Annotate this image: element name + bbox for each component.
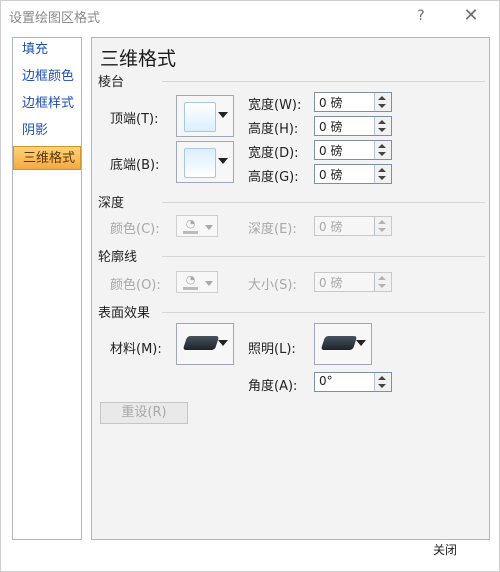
top-height-value: 0 磅 <box>319 120 343 134</box>
depth-label: 深度(E): <box>248 222 297 237</box>
settings-panel: 三维格式 棱台 顶端(T): 底端(B): 宽度(W): 0 磅 高度(H): … <box>91 37 490 540</box>
chevron-down-icon <box>218 340 228 346</box>
material-dropdown[interactable] <box>176 323 234 365</box>
top-width-value: 0 磅 <box>319 96 343 110</box>
dialog-title: 设置绘图区格式 <box>9 11 101 26</box>
spin-buttons[interactable] <box>374 165 391 183</box>
sidebar-item-border-color[interactable]: 边框颜色 <box>13 65 81 89</box>
angle-value: 0° <box>319 374 333 388</box>
section-depth: 深度 <box>98 196 125 211</box>
contour-size-value: 0 磅 <box>319 276 343 290</box>
sidebar-item-fill[interactable]: 填充 <box>13 38 81 62</box>
depth-color-picker[interactable]: ◔ <box>176 215 218 237</box>
bottom-width-value: 0 磅 <box>319 144 343 158</box>
bevel-bottom-preview-icon <box>184 148 216 178</box>
depth-spinner[interactable]: 0 磅 <box>314 216 392 236</box>
bottom-height-label: 高度(G): <box>248 170 299 185</box>
spin-buttons[interactable] <box>374 373 391 391</box>
spin-buttons[interactable] <box>374 93 391 111</box>
bevel-top-dropdown[interactable] <box>176 95 234 137</box>
angle-label: 角度(A): <box>248 379 298 394</box>
contour-size-label: 大小(S): <box>248 278 297 293</box>
arrow-up-icon[interactable] <box>378 220 386 224</box>
arrow-down-icon[interactable] <box>378 228 386 232</box>
format-plot-area-dialog: 设置绘图区格式 ? ✕ 填充 边框颜色 边框样式 阴影 三维格式 三维格式 棱台… <box>0 0 500 572</box>
spin-buttons[interactable] <box>374 217 391 235</box>
chevron-down-icon <box>356 340 366 346</box>
depth-color-label: 颜色(C): <box>110 222 160 237</box>
arrow-up-icon[interactable] <box>378 376 386 380</box>
panel-title: 三维格式 <box>100 48 177 70</box>
help-button[interactable]: ? <box>407 4 435 28</box>
reset-button[interactable]: 重设(R) <box>100 402 188 424</box>
chevron-down-icon <box>205 225 213 230</box>
top-height-spinner[interactable]: 0 磅 <box>314 116 392 136</box>
arrow-up-icon[interactable] <box>378 120 386 124</box>
arrow-up-icon[interactable] <box>378 168 386 172</box>
spin-buttons[interactable] <box>374 117 391 135</box>
bottom-width-label: 宽度(D): <box>248 146 299 161</box>
bottom-height-spinner[interactable]: 0 磅 <box>314 164 392 184</box>
depth-value: 0 磅 <box>319 220 343 234</box>
sidebar-item-border-style[interactable]: 边框样式 <box>13 92 81 116</box>
contour-size-spinner[interactable]: 0 磅 <box>314 272 392 292</box>
angle-spinner[interactable]: 0° <box>314 372 392 392</box>
top-width-label: 宽度(W): <box>248 98 302 113</box>
material-label: 材料(M): <box>110 342 162 357</box>
bevel-bottom-label: 底端(B): <box>110 158 160 173</box>
close-button[interactable]: 关闭 <box>433 541 457 558</box>
bottom-height-value: 0 磅 <box>319 168 343 182</box>
contour-color-label: 颜色(O): <box>110 278 161 293</box>
section-bevel: 棱台 <box>98 75 125 90</box>
arrow-down-icon[interactable] <box>378 128 386 132</box>
section-surface: 表面效果 <box>98 306 151 321</box>
title-bar: 设置绘图区格式 ? ✕ <box>1 1 499 31</box>
arrow-up-icon[interactable] <box>378 276 386 280</box>
material-preview-icon <box>182 336 220 350</box>
arrow-down-icon[interactable] <box>378 284 386 288</box>
paint-bucket-icon: ◔ <box>183 274 198 290</box>
divider <box>162 81 485 82</box>
close-window-button[interactable]: ✕ <box>457 4 485 28</box>
spin-buttons[interactable] <box>374 141 391 159</box>
paint-bucket-icon: ◔ <box>183 218 198 234</box>
lighting-dropdown[interactable] <box>314 323 372 365</box>
top-height-label: 高度(H): <box>248 122 299 137</box>
sidebar-item-shadow[interactable]: 阴影 <box>13 119 81 143</box>
lighting-preview-icon <box>320 336 358 350</box>
arrow-up-icon[interactable] <box>378 144 386 148</box>
category-sidebar: 填充 边框颜色 边框样式 阴影 三维格式 <box>12 37 82 540</box>
chevron-down-icon <box>218 158 228 164</box>
arrow-down-icon[interactable] <box>378 176 386 180</box>
arrow-down-icon[interactable] <box>378 384 386 388</box>
sidebar-item-3d-format[interactable]: 三维格式 <box>13 146 81 170</box>
contour-color-picker[interactable]: ◔ <box>176 271 218 293</box>
divider <box>162 312 485 313</box>
arrow-up-icon[interactable] <box>378 96 386 100</box>
arrow-down-icon[interactable] <box>378 152 386 156</box>
section-contour: 轮廓线 <box>98 250 138 265</box>
bevel-top-label: 顶端(T): <box>110 112 159 127</box>
divider <box>162 256 485 257</box>
arrow-down-icon[interactable] <box>378 104 386 108</box>
chevron-down-icon <box>205 281 213 286</box>
divider <box>162 202 485 203</box>
bevel-top-preview-icon <box>184 102 216 132</box>
bottom-width-spinner[interactable]: 0 磅 <box>314 140 392 160</box>
lighting-label: 照明(L): <box>248 342 296 357</box>
spin-buttons[interactable] <box>374 273 391 291</box>
chevron-down-icon <box>218 112 228 118</box>
bevel-bottom-dropdown[interactable] <box>176 141 234 183</box>
top-width-spinner[interactable]: 0 磅 <box>314 92 392 112</box>
